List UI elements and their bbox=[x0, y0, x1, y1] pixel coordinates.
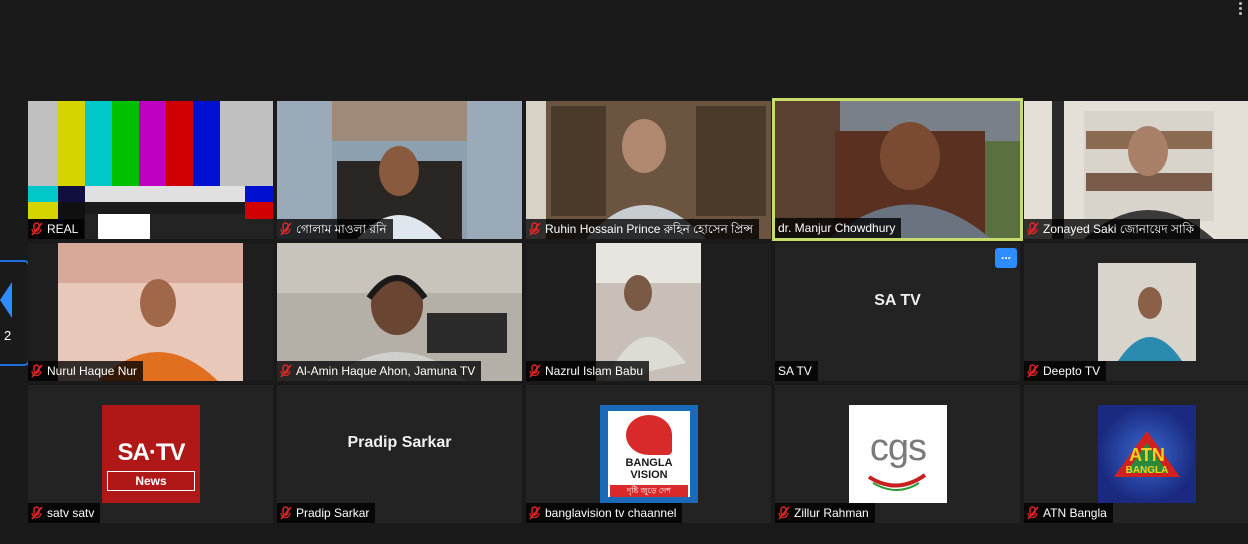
participant-name: Pradip Sarkar bbox=[277, 503, 376, 523]
mic-muted-icon bbox=[1027, 222, 1039, 236]
mic-muted-icon bbox=[280, 364, 292, 378]
video-tile[interactable]: Nurul Haque Nur bbox=[28, 243, 273, 381]
mic-muted-icon bbox=[31, 506, 43, 520]
participant-name: Nazrul Islam Babu bbox=[526, 361, 650, 381]
mic-muted-icon bbox=[1027, 364, 1039, 378]
participant-name: Deepto TV bbox=[1024, 361, 1107, 381]
participant-name: banglavision tv chaannel bbox=[526, 503, 683, 523]
video-tile[interactable]: SA·TV News satv satv bbox=[28, 385, 273, 523]
page-number: 2 bbox=[4, 328, 12, 343]
participant-name: REAL bbox=[28, 219, 85, 239]
mic-muted-icon bbox=[778, 506, 790, 520]
participant-name: Zonayed Saki জোনায়েদ সাকি bbox=[1024, 219, 1201, 239]
video-tile[interactable]: Pradip Sarkar Pradip Sarkar bbox=[277, 385, 522, 523]
video-tile[interactable]: Deepto TV bbox=[1024, 243, 1248, 381]
video-off-name: Pradip Sarkar bbox=[347, 434, 452, 451]
more-options-icon[interactable] bbox=[1238, 2, 1244, 16]
mic-muted-icon bbox=[31, 222, 43, 236]
participant-name: Ruhin Hossain Prince রুহিন হোসেন প্রিন্স bbox=[526, 219, 759, 239]
video-tile[interactable]: BANGLA VISION দৃষ্টি জুড়ে দেশ banglavis… bbox=[526, 385, 771, 523]
participant-name: dr. Manjur Chowdhury bbox=[775, 218, 902, 238]
video-tile-active-speaker[interactable]: dr. Manjur Chowdhury bbox=[772, 98, 1023, 241]
video-off-name: SA TV bbox=[874, 292, 921, 309]
video-tile[interactable]: Al-Amin Haque Ahon, Jamuna TV bbox=[277, 243, 522, 381]
participant-name: Zillur Rahman bbox=[775, 503, 875, 523]
participant-name: ATN Bangla bbox=[1024, 503, 1113, 523]
video-tile[interactable]: cgs Zillur Rahman bbox=[775, 385, 1020, 523]
atn-bangla-logo: ATN BANGLA bbox=[1098, 405, 1196, 503]
cgs-swoosh-icon bbox=[867, 473, 927, 491]
participant-name: গোলাম মাওলা রনি bbox=[277, 219, 393, 239]
participant-name: Al-Amin Haque Ahon, Jamuna TV bbox=[277, 361, 482, 381]
previous-page-button[interactable]: 2 bbox=[0, 260, 30, 366]
mic-muted-icon bbox=[529, 506, 541, 520]
video-tile[interactable]: ... SA TV SA TV bbox=[775, 243, 1020, 381]
video-tile[interactable]: ATN BANGLA ATN Bangla bbox=[1024, 385, 1248, 523]
mic-muted-icon bbox=[529, 222, 541, 236]
participant-video bbox=[1098, 263, 1196, 361]
satv-logo: SA·TV News bbox=[102, 405, 200, 503]
mic-muted-icon bbox=[280, 506, 292, 520]
mic-muted-icon bbox=[31, 364, 43, 378]
video-tile[interactable]: Nazrul Islam Babu bbox=[526, 243, 771, 381]
mic-muted-icon bbox=[280, 222, 292, 236]
video-tile[interactable]: Ruhin Hossain Prince রুহিন হোসেন প্রিন্স bbox=[526, 101, 771, 239]
participant-name: Nurul Haque Nur bbox=[28, 361, 144, 381]
participant-name: satv satv bbox=[28, 503, 101, 523]
mic-muted-icon bbox=[529, 364, 541, 378]
mic-muted-icon bbox=[1027, 506, 1039, 520]
arrow-left-icon bbox=[0, 282, 12, 318]
video-tile[interactable]: Zonayed Saki জোনায়েদ সাকি bbox=[1024, 101, 1248, 239]
video-tile[interactable]: REAL bbox=[28, 101, 273, 239]
cgs-logo: cgs bbox=[849, 405, 947, 503]
banglavision-logo: BANGLA VISION দৃষ্টি জুড়ে দেশ bbox=[600, 405, 698, 503]
participant-name: SA TV bbox=[775, 361, 818, 381]
video-tile[interactable]: গোলাম মাওলা রনি bbox=[277, 101, 522, 239]
